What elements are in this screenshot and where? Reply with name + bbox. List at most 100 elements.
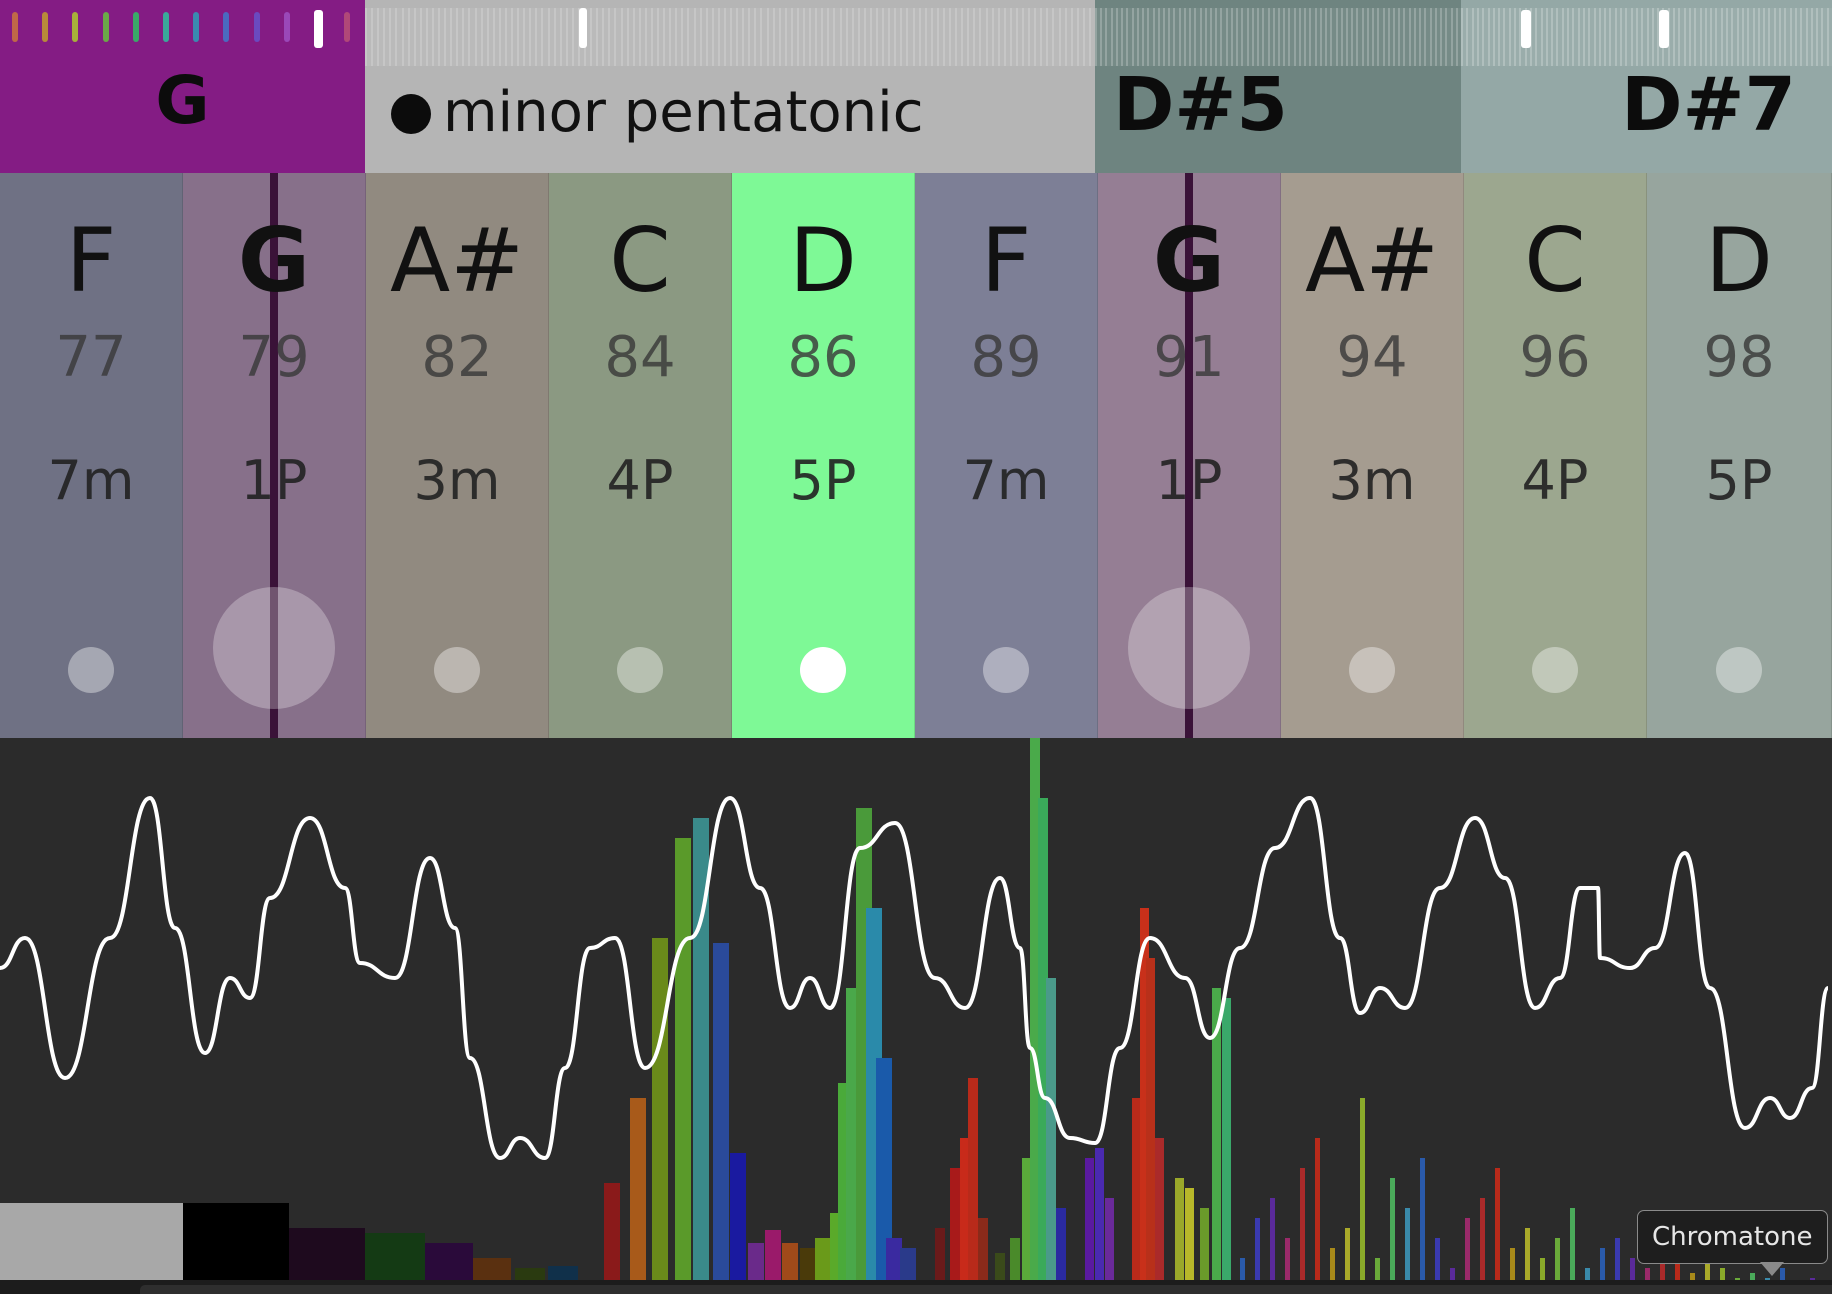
- slider-hatch: [821, 8, 824, 66]
- slider-hatch: [1335, 8, 1338, 66]
- slider-hatch: [1492, 8, 1495, 66]
- note-interval: 4P: [606, 449, 674, 512]
- slider-hatch: [413, 8, 416, 66]
- slider-hatch: [1126, 8, 1129, 66]
- spectrum-bar: [1222, 998, 1231, 1294]
- slider-hatch: [456, 8, 459, 66]
- slider-hatch: [1262, 8, 1265, 66]
- slider-hatch: [930, 8, 933, 66]
- slider-hatch: [1710, 8, 1713, 66]
- key-tick: [314, 10, 323, 48]
- chromatone-app: G minor pentatonic D#5 D#7 F 77 7m G 79 1P A# 8…: [0, 0, 1832, 1294]
- key-tick: [102, 12, 109, 42]
- slider-hatch: [1009, 8, 1012, 66]
- note-name: F: [65, 209, 117, 312]
- slider-hatch: [547, 8, 550, 66]
- slider-hatch: [1082, 8, 1085, 66]
- chord-selector-2[interactable]: D#7: [1461, 0, 1832, 173]
- chord-slider-2[interactable]: [1461, 8, 1832, 66]
- slider-hatch: [1105, 8, 1108, 66]
- spectrum-bar: [1315, 1138, 1320, 1294]
- slider-hatch: [1424, 8, 1427, 66]
- bottom-scrollbar[interactable]: [140, 1285, 1832, 1294]
- slider-hatch: [1821, 8, 1824, 66]
- note-indicator-dot: [434, 647, 480, 693]
- scale-selector[interactable]: minor pentatonic: [365, 0, 1095, 173]
- note-indicator-dot: [617, 647, 663, 693]
- note-column[interactable]: F 77 7m: [0, 173, 183, 738]
- spectrum-bar: [604, 1183, 620, 1294]
- note-interval: 5P: [1705, 449, 1773, 512]
- note-midi-number: 98: [1703, 325, 1775, 390]
- slider-hatch: [1220, 8, 1223, 66]
- chord-selector-1[interactable]: D#5: [1095, 0, 1461, 173]
- c2-thumb-2[interactable]: [1659, 10, 1669, 48]
- note-interval: 7m: [962, 449, 1050, 512]
- slider-hatch: [1476, 8, 1479, 66]
- note-name: C: [1524, 209, 1586, 312]
- slider-hatch: [1694, 8, 1697, 66]
- note-midi-number: 94: [1336, 325, 1408, 390]
- spectrum-bar: [1420, 1158, 1425, 1294]
- slider-hatch: [1356, 8, 1359, 66]
- slider-hatch: [936, 8, 939, 66]
- slider-hatch: [717, 8, 720, 66]
- slider-hatch: [1545, 8, 1548, 66]
- slider-hatch: [857, 8, 860, 66]
- note-column[interactable]: A# 82 3m: [366, 173, 549, 738]
- scale-slider-thumb[interactable]: [579, 8, 587, 48]
- key-tick: [283, 12, 290, 42]
- slider-hatch: [1747, 8, 1750, 66]
- slider-hatch: [1471, 8, 1474, 66]
- note-interval: 1P: [1155, 449, 1223, 512]
- note-column[interactable]: A# 94 3m: [1281, 173, 1464, 738]
- note-column[interactable]: D 86 5P: [732, 173, 915, 738]
- key-selector[interactable]: G: [0, 0, 365, 173]
- slider-hatch: [529, 8, 532, 66]
- note-column[interactable]: D 98 5P: [1647, 173, 1832, 738]
- slider-hatch: [1403, 8, 1406, 66]
- key-slider[interactable]: [0, 8, 365, 66]
- root-indicator-dot: [213, 587, 335, 709]
- note-column[interactable]: G 79 1P: [183, 173, 366, 738]
- spectrum-display: [0, 738, 1832, 1294]
- chord-slider-1[interactable]: [1095, 8, 1461, 66]
- note-column[interactable]: C 84 4P: [549, 173, 732, 738]
- slider-hatch: [1121, 8, 1124, 66]
- slider-hatch: [1309, 8, 1312, 66]
- slider-hatch: [1064, 8, 1067, 66]
- spectrum-bar: [1495, 1168, 1500, 1294]
- c2-thumb-1[interactable]: [1521, 10, 1531, 48]
- slider-hatch: [1173, 8, 1176, 66]
- slider-hatch: [438, 8, 440, 66]
- note-midi-number: 86: [787, 325, 859, 390]
- note-indicator-dot: [983, 647, 1029, 693]
- slider-hatch: [504, 8, 507, 66]
- slider-hatch: [1773, 8, 1776, 66]
- slider-hatch: [1577, 8, 1580, 66]
- note-column[interactable]: G 91 1P: [1098, 173, 1281, 738]
- slider-hatch: [1794, 8, 1797, 66]
- note-indicator-dot: [1532, 647, 1578, 693]
- slider-hatch: [395, 8, 398, 66]
- slider-hatch: [1225, 8, 1228, 66]
- slider-hatch: [803, 8, 805, 66]
- spectrum-bar: [1095, 1148, 1104, 1294]
- slider-hatch: [389, 8, 392, 66]
- slider-hatch: [1556, 8, 1559, 66]
- slider-hatch: [1646, 8, 1649, 66]
- slider-hatch: [1100, 8, 1103, 66]
- scale-slider[interactable]: [365, 8, 1095, 66]
- slider-hatch: [1152, 8, 1155, 66]
- slider-hatch: [967, 8, 970, 66]
- note-midi-number: 91: [1153, 325, 1225, 390]
- note-column[interactable]: F 89 7m: [915, 173, 1098, 738]
- slider-hatch: [1593, 8, 1596, 66]
- slider-hatch: [1651, 8, 1654, 66]
- slider-hatch: [511, 8, 513, 66]
- note-column[interactable]: C 96 4P: [1464, 173, 1647, 738]
- slider-hatch: [1582, 8, 1585, 66]
- slider-hatch: [1514, 8, 1516, 66]
- slider-hatch: [1768, 8, 1771, 66]
- slider-hatch: [955, 8, 958, 66]
